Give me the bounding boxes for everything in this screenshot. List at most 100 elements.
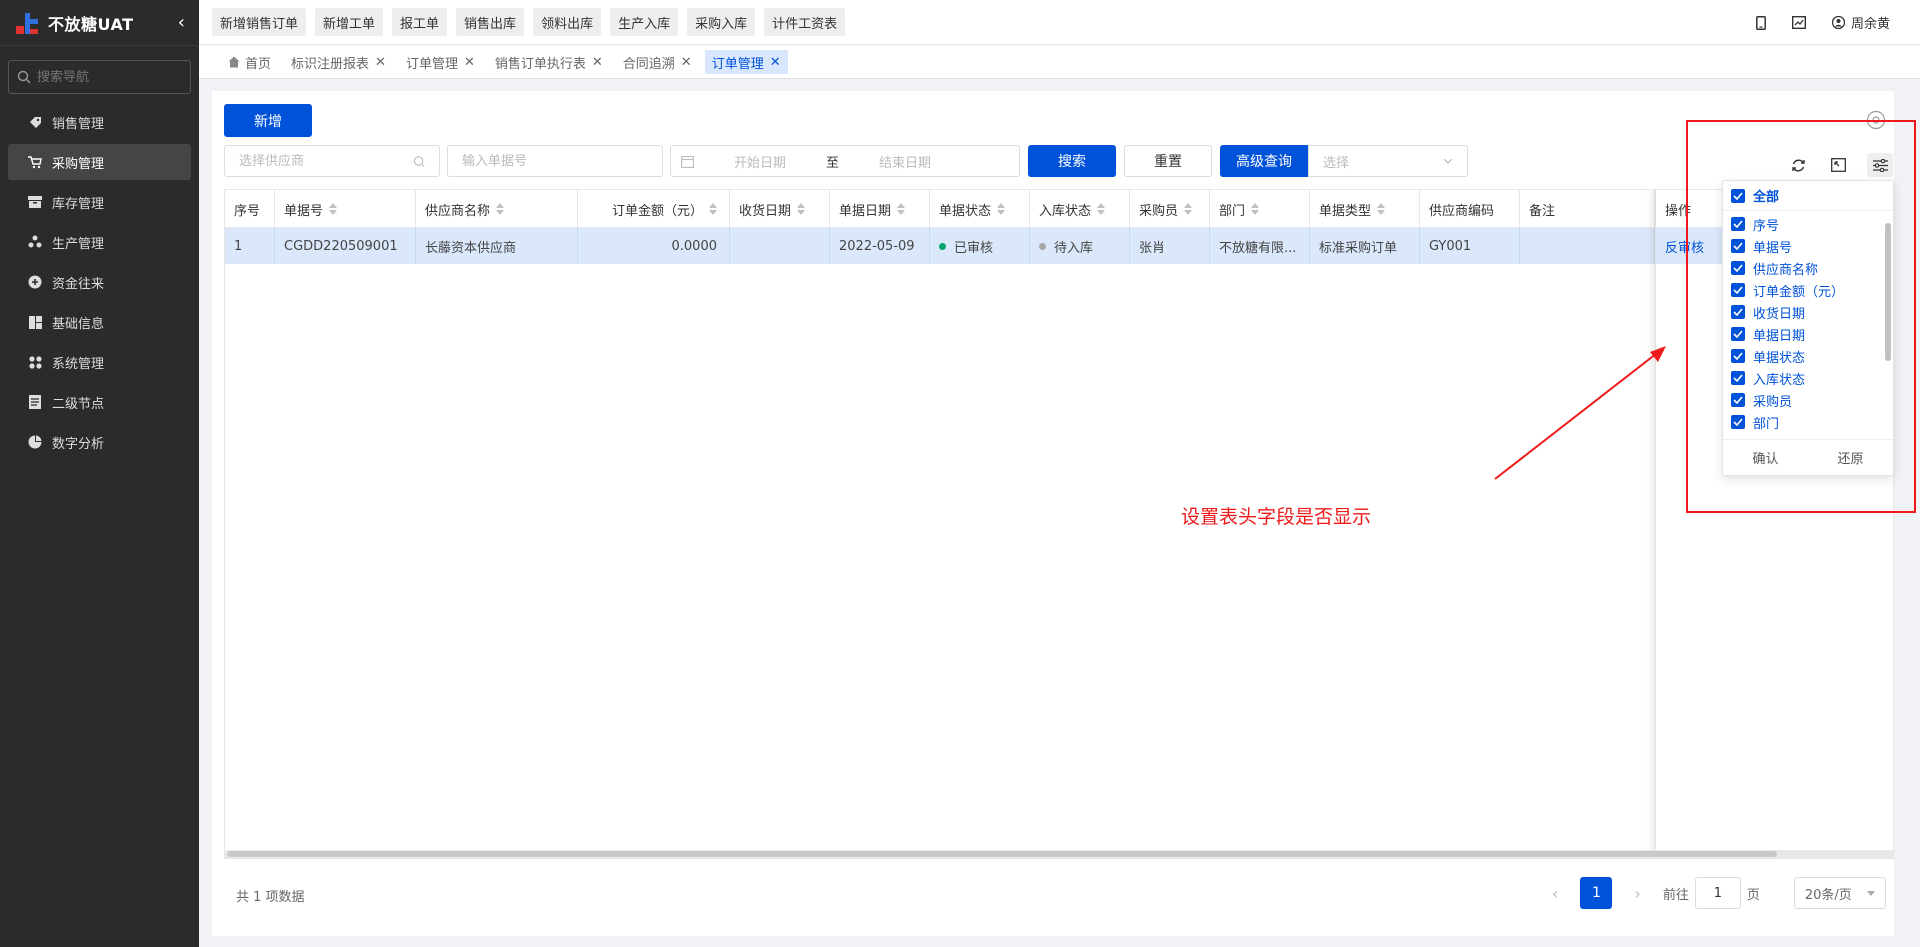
cell-seq: 1 [225, 228, 275, 264]
quick-new-sales-order-button[interactable]: 新增销售订单 [212, 8, 307, 36]
fund-icon [28, 275, 42, 289]
tab-order-management[interactable]: 订单管理 ✕ [399, 50, 482, 74]
next-page-icon[interactable]: › [1634, 884, 1640, 903]
tab-contract-trace[interactable]: 合同追溯 ✕ [616, 50, 699, 74]
sidebar-item-digital-analysis[interactable]: 数字分析 [8, 424, 191, 460]
sort-icon[interactable] [1377, 203, 1386, 215]
horizontal-scrollbar[interactable] [225, 850, 1893, 858]
close-icon[interactable]: ✕ [375, 55, 386, 70]
tab-sales-order-execution[interactable]: 销售订单执行表 ✕ [488, 50, 610, 74]
column-header-recv-date[interactable]: 收货日期 [730, 190, 830, 228]
scrollbar-thumb[interactable] [227, 851, 1777, 857]
supplier-input[interactable] [239, 153, 413, 169]
sort-icon[interactable] [1251, 203, 1260, 215]
quick-new-work-order-button[interactable]: 新增工单 [315, 8, 384, 36]
prev-page-icon[interactable]: ‹ [1552, 884, 1558, 903]
nav-search-input[interactable] [37, 69, 177, 85]
sidebar-item-inventory[interactable]: 库存管理 [8, 184, 191, 220]
quick-piece-wage-button[interactable]: 计件工资表 [764, 8, 846, 36]
sort-icon[interactable] [496, 203, 505, 215]
column-header-supplier[interactable]: 供应商名称 [416, 190, 578, 228]
sort-icon[interactable] [997, 203, 1006, 215]
table-header: 序号 单据号 供应商名称 订单金额（元） 收货日期 单据日期 单据状态 入库状态… [225, 190, 1893, 228]
close-icon[interactable]: ✕ [770, 55, 781, 70]
column-header-buyer[interactable]: 采购员 [1130, 190, 1210, 228]
cell-dept: 不放糖有限... [1210, 228, 1310, 264]
column-header-docno[interactable]: 单据号 [275, 190, 416, 228]
sidebar-item-purchase[interactable]: 采购管理 [8, 144, 191, 180]
tab-home[interactable]: 首页 [221, 50, 278, 74]
sidebar-item-secondary-node[interactable]: 二级节点 [8, 384, 191, 420]
search-button[interactable]: 搜索 [1028, 145, 1116, 177]
screen-icon[interactable] [1791, 16, 1806, 29]
sidebar-item-production[interactable]: 生产管理 [8, 224, 191, 260]
quick-material-outbound-button[interactable]: 领料出库 [533, 8, 602, 36]
advanced-select[interactable]: 选择 [1308, 145, 1468, 177]
tab-identity-report[interactable]: 标识注册报表 ✕ [284, 50, 393, 74]
sort-icon[interactable] [797, 203, 806, 215]
column-header-dept[interactable]: 部门 [1210, 190, 1310, 228]
sort-icon[interactable] [709, 203, 717, 215]
nav-search[interactable] [8, 60, 191, 94]
mobile-icon[interactable] [1756, 15, 1766, 30]
sidebar-item-sales[interactable]: 销售管理 [8, 104, 191, 140]
cell-doc-type: 标准采购订单 [1310, 228, 1420, 264]
tab-label: 销售订单执行表 [494, 56, 586, 72]
sidebar-item-basic-info[interactable]: 基础信息 [8, 304, 191, 340]
cell-remark [1520, 228, 1655, 264]
logo-area: 不放糖UAT ‹ [0, 0, 199, 46]
sort-icon[interactable] [897, 203, 906, 215]
user-menu[interactable]: 周余黄 [1831, 13, 1890, 32]
tabs-bar: 首页 标识注册报表 ✕ 订单管理 ✕ 销售订单执行表 ✕ 合同追溯 ✕ 订单管理… [199, 46, 1920, 79]
sort-icon[interactable] [329, 203, 338, 215]
close-icon[interactable]: ✕ [592, 55, 603, 70]
end-date-placeholder[interactable]: 结束日期 [879, 152, 931, 171]
home-icon [228, 56, 240, 68]
tag-icon [28, 115, 42, 129]
docno-input[interactable] [462, 153, 648, 169]
docno-field[interactable] [447, 145, 663, 177]
close-icon[interactable]: ✕ [681, 55, 692, 70]
quick-production-inbound-button[interactable]: 生产入库 [610, 8, 679, 36]
reset-button[interactable]: 重置 [1124, 145, 1212, 177]
page-size-select[interactable]: 20条/页 [1793, 877, 1886, 909]
sidebar-item-system[interactable]: 系统管理 [8, 344, 191, 380]
calendar-icon [681, 155, 694, 168]
cell-supplier: 长藤资本供应商 [416, 228, 578, 264]
column-header-amount[interactable]: 订单金额（元） [578, 190, 730, 228]
date-separator: 至 [826, 155, 840, 171]
quick-work-report-button[interactable]: 报工单 [392, 8, 448, 36]
sort-icon[interactable] [1184, 203, 1193, 215]
chevron-down-icon [1443, 158, 1453, 164]
production-icon [28, 235, 42, 249]
advanced-search-button[interactable]: 高级查询 [1220, 145, 1308, 177]
quick-purchase-inbound-button[interactable]: 采购入库 [687, 8, 756, 36]
table-row[interactable]: 1 CGDD220509001 长藤资本供应商 0.0000 2022-05-0… [225, 228, 1893, 264]
column-header-doc-date[interactable]: 单据日期 [830, 190, 930, 228]
sidebar-item-label: 生产管理 [52, 236, 105, 252]
supplier-select[interactable] [224, 145, 440, 177]
column-header-doc-status[interactable]: 单据状态 [930, 190, 1030, 228]
page-number[interactable]: 1 [1580, 877, 1613, 909]
column-header-stock-status[interactable]: 入库状态 [1030, 190, 1130, 228]
doc-icon [28, 395, 42, 409]
sidebar-item-label: 销售管理 [52, 116, 105, 132]
new-button[interactable]: 新增 [224, 104, 312, 137]
sidebar-item-funds[interactable]: 资金往来 [8, 264, 191, 300]
date-range-picker[interactable]: 开始日期 至 结束日期 [670, 145, 1020, 177]
collapse-sidebar-icon[interactable]: ‹ [178, 12, 185, 33]
column-header-seq: 序号 [225, 190, 275, 228]
quick-sales-outbound-button[interactable]: 销售出库 [456, 8, 525, 36]
tab-label: 合同追溯 [622, 56, 675, 72]
column-header-supplier-code: 供应商编码 [1420, 190, 1520, 228]
column-header-doc-type[interactable]: 单据类型 [1310, 190, 1420, 228]
tab-order-management-active[interactable]: 订单管理 ✕ [704, 50, 788, 74]
pie-icon [28, 435, 42, 449]
sidebar-item-label: 采购管理 [52, 156, 105, 172]
caret-down-icon [1866, 890, 1875, 896]
sort-icon[interactable] [1097, 203, 1106, 215]
sidebar-item-label: 系统管理 [52, 356, 105, 372]
goto-page-input[interactable]: 1 [1694, 877, 1741, 909]
close-icon[interactable]: ✕ [464, 55, 475, 70]
start-date-placeholder[interactable]: 开始日期 [734, 152, 786, 171]
